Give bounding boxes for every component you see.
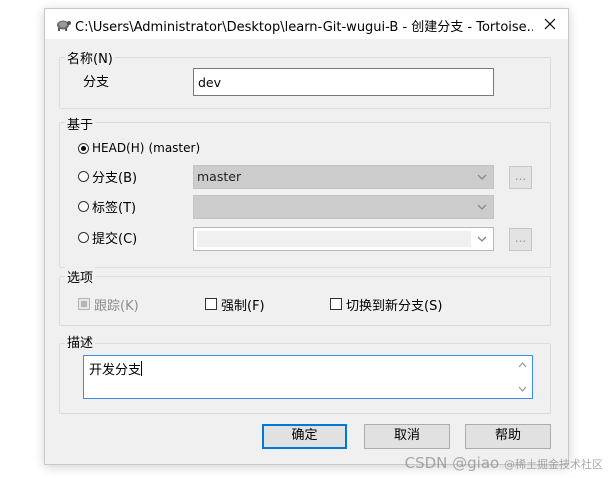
track-check-box: [78, 298, 90, 310]
switch-branch-checkbox[interactable]: 切换到新分支(S): [330, 294, 442, 314]
head-radio-dot: [78, 142, 89, 154]
track-checkbox[interactable]: 跟踪(K): [78, 294, 139, 314]
switch-check-box: [330, 298, 342, 310]
description-group-title: 描述: [65, 332, 96, 351]
chevron-down-icon: [477, 236, 487, 242]
branch-radio[interactable]: 分支(B): [78, 166, 137, 186]
head-radio-label: HEAD(H): [92, 141, 145, 155]
force-checkbox[interactable]: 强制(F): [205, 294, 265, 314]
branch-name-label: 分支: [83, 75, 110, 90]
tag-radio-dot: [78, 200, 89, 212]
tortoise-app-icon: [57, 20, 71, 31]
cancel-button[interactable]: 取消: [364, 424, 450, 449]
commit-radio-dot: [78, 231, 89, 243]
chevron-down-icon: [477, 204, 487, 210]
head-radio[interactable]: HEAD(H) (master): [78, 138, 200, 158]
tag-radio[interactable]: 标签(T): [78, 196, 136, 216]
branch-radio-label: 分支(B): [92, 170, 138, 186]
base-group-title: 基于: [65, 114, 96, 133]
track-check-label: 跟踪(K): [94, 298, 139, 314]
force-check-box: [205, 298, 217, 310]
help-button[interactable]: 帮助: [465, 424, 551, 449]
watermark-subtext: @稀土掘金技术社区: [504, 458, 603, 471]
branch-name-input[interactable]: [193, 68, 494, 96]
title-bar: C:\Users\Administrator\Desktop\learn-Git…: [45, 9, 568, 39]
commit-radio-label: 提交(C): [92, 231, 138, 247]
commit-input-area: [197, 231, 471, 247]
scroll-up-icon[interactable]: [518, 362, 527, 368]
create-branch-dialog: C:\Users\Administrator\Desktop\learn-Git…: [44, 8, 569, 465]
commit-select[interactable]: [193, 227, 494, 251]
tag-select[interactable]: [193, 195, 494, 219]
description-textarea[interactable]: 开发分支: [83, 355, 533, 399]
window-title: C:\Users\Administrator\Desktop\learn-Git…: [75, 20, 533, 35]
browse-commit-button[interactable]: ...: [509, 228, 532, 251]
browse-branch-button[interactable]: ...: [509, 166, 532, 189]
switch-check-label: 切换到新分支(S): [346, 298, 443, 314]
chevron-down-icon: [477, 174, 487, 180]
force-check-label: 强制(F): [221, 298, 265, 314]
base-branch-select[interactable]: master: [193, 165, 494, 189]
description-text: 开发分支: [89, 361, 143, 378]
csdn-watermark: CSDN @giao @稀土掘金技术社区: [404, 454, 603, 472]
commit-radio[interactable]: 提交(C): [78, 227, 137, 247]
base-branch-value: master: [197, 169, 242, 184]
ok-button[interactable]: 确定: [262, 424, 347, 449]
name-group-title: 名称(N): [65, 48, 115, 67]
branch-radio-dot: [78, 170, 89, 182]
close-icon: [544, 18, 556, 30]
head-ref-label: (master): [148, 141, 201, 155]
close-button[interactable]: [532, 9, 568, 39]
scroll-down-icon[interactable]: [518, 386, 527, 392]
tag-radio-label: 标签(T): [92, 200, 137, 216]
options-group-title: 选项: [65, 267, 96, 286]
